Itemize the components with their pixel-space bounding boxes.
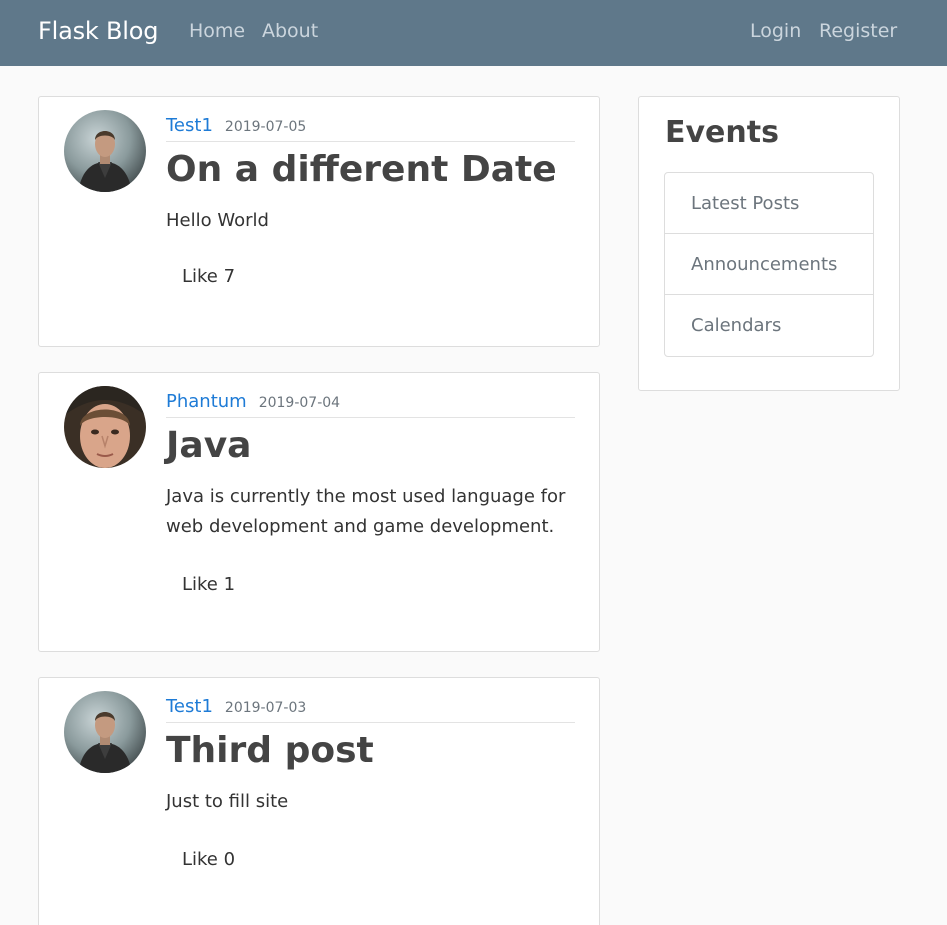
post-card: Test1 2019-07-03 Third post Just to fill … <box>38 677 600 925</box>
post-content: Hello World <box>166 210 269 231</box>
post-meta: Test1 2019-07-03 <box>166 696 575 723</box>
like-button[interactable]: Like 1 <box>182 574 235 595</box>
like-button[interactable]: Like 7 <box>182 266 235 287</box>
avatar-test1-image <box>64 110 146 192</box>
post-content: Java is currently the most used language… <box>166 486 566 537</box>
post-author-link[interactable]: Phantum <box>166 391 247 412</box>
avatar-test1-image <box>64 691 146 773</box>
post-title[interactable]: Java <box>166 425 251 466</box>
nav-register-link[interactable]: Register <box>819 20 897 42</box>
like-button[interactable]: Like 0 <box>182 849 235 870</box>
sidebar-item-latest-posts[interactable]: Latest Posts <box>665 173 873 234</box>
post-meta: Phantum 2019-07-04 <box>166 391 575 418</box>
post-date: 2019-07-05 <box>224 119 307 135</box>
post-content: Just to fill site <box>166 791 289 812</box>
sidebar-item-announcements[interactable]: Announcements <box>665 234 873 295</box>
sidebar-title: Events <box>665 115 779 150</box>
post-title[interactable]: Third post <box>166 730 374 771</box>
sidebar-events: Events Latest Posts Announcements Calend… <box>638 96 900 391</box>
nav-home-link[interactable]: Home <box>189 20 245 42</box>
post-card: Test1 2019-07-05 On a different Date Hell… <box>38 96 600 347</box>
post-card: Phantum 2019-07-04 Java Java is currently… <box>38 372 600 652</box>
post-author-link[interactable]: Test1 <box>166 115 213 136</box>
author-avatar <box>64 386 146 468</box>
post-meta: Test1 2019-07-05 <box>166 115 575 142</box>
author-avatar <box>64 110 146 192</box>
navbar: Flask Blog Home About Login Register <box>0 0 947 66</box>
post-title[interactable]: On a different Date <box>166 149 557 190</box>
avatar-phantum-image <box>64 386 146 468</box>
author-avatar <box>64 691 146 773</box>
post-date: 2019-07-03 <box>224 700 307 716</box>
post-date: 2019-07-04 <box>258 395 341 411</box>
sidebar-list: Latest Posts Announcements Calendars <box>664 172 874 357</box>
nav-login-link[interactable]: Login <box>750 20 801 42</box>
post-author-link[interactable]: Test1 <box>166 696 213 717</box>
nav-about-link[interactable]: About <box>262 20 318 42</box>
sidebar-item-calendars[interactable]: Calendars <box>665 295 873 356</box>
brand-logo[interactable]: Flask Blog <box>38 17 158 45</box>
